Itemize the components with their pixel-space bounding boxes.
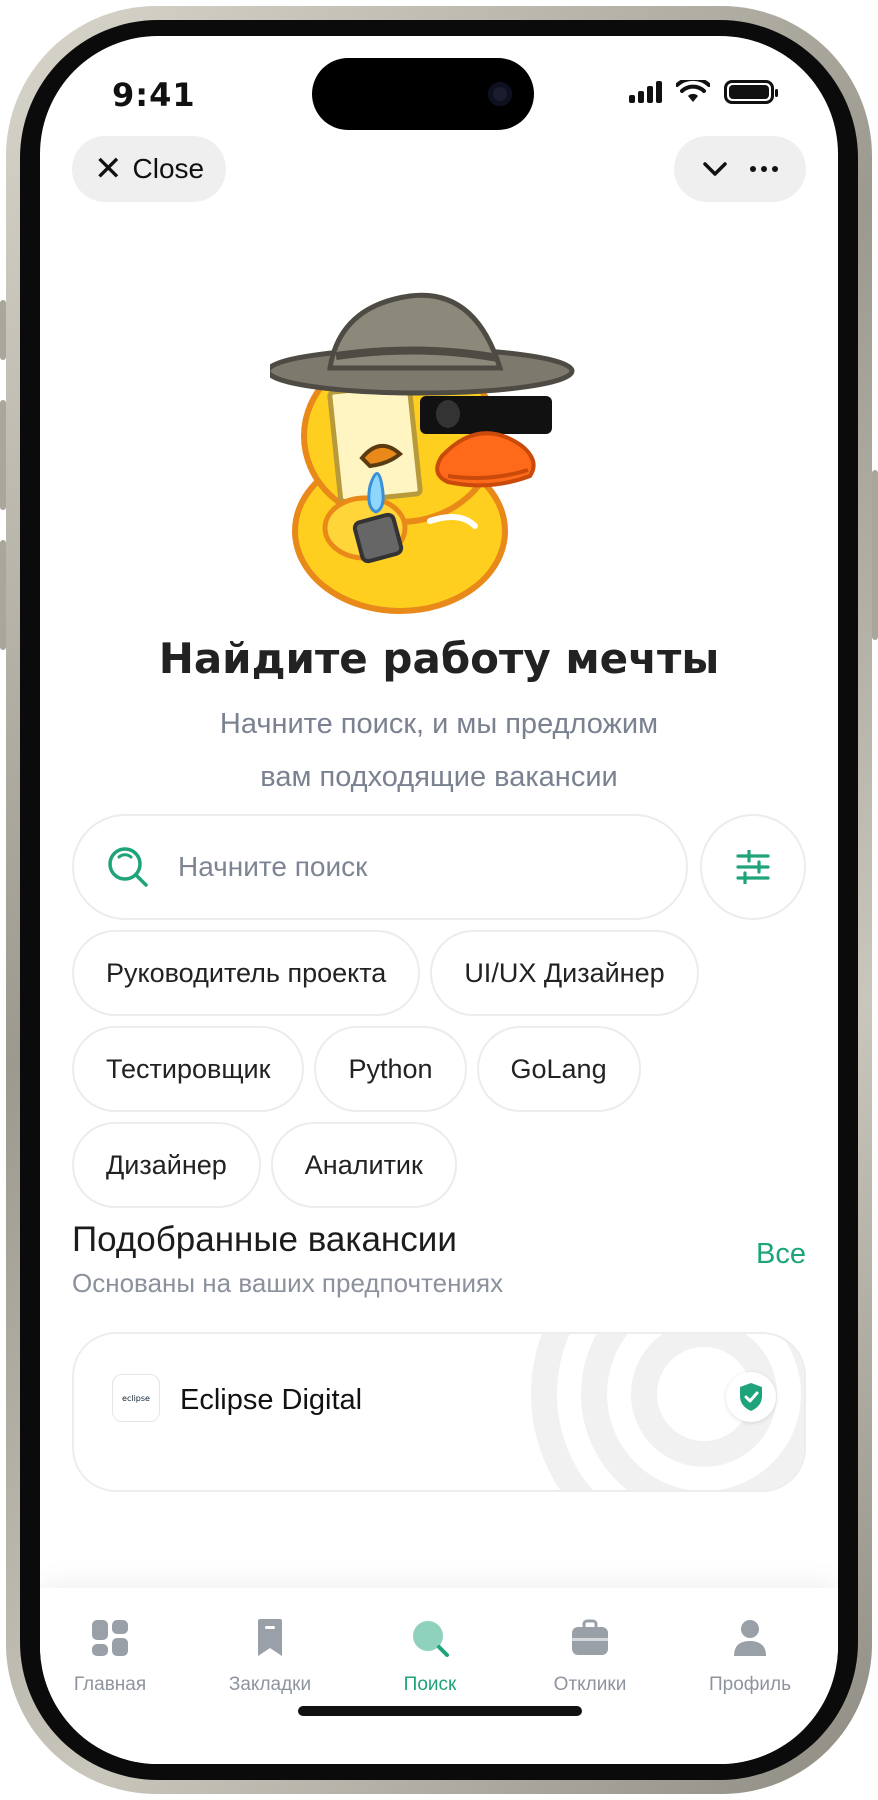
company-name: Eclipse Digital bbox=[180, 1384, 363, 1416]
suggestion-chips: Руководитель проекта UI/UX Дизайнер Тест… bbox=[72, 930, 812, 1218]
more-icon[interactable] bbox=[750, 166, 778, 172]
hero-title: Найдите работу мечты bbox=[158, 634, 720, 683]
profile-icon bbox=[734, 1620, 766, 1656]
volume-up-button bbox=[0, 400, 6, 510]
close-icon: ✕ bbox=[94, 150, 123, 188]
status-time: 9:41 bbox=[112, 76, 196, 114]
bookmark-icon bbox=[258, 1619, 282, 1656]
duck-detective-illustration bbox=[270, 292, 575, 614]
hero-subtitle-line-1: Начните поиск, и мы предложим bbox=[219, 708, 659, 740]
company-logo: eclipse bbox=[112, 1374, 160, 1422]
tab-bookmarks[interactable]: Закладки bbox=[200, 1618, 340, 1696]
chip-python[interactable]: Python bbox=[314, 1026, 467, 1112]
chevron-down-icon[interactable] bbox=[702, 161, 728, 177]
search-input[interactable]: Начните поиск bbox=[178, 851, 367, 883]
tab-responses[interactable]: Отклики bbox=[520, 1618, 660, 1696]
chip-ui-ux-designer[interactable]: UI/UX Дизайнер bbox=[430, 930, 699, 1016]
hero-subtitle-line-2: вам подходящие вакансии bbox=[260, 761, 618, 793]
verified-badge bbox=[726, 1372, 776, 1422]
recommended-subtitle: Основаны на ваших предпочтениях bbox=[72, 1268, 504, 1298]
chip-tester[interactable]: Тестировщик bbox=[72, 1026, 305, 1112]
vacancy-card[interactable]: eclipse Eclipse Digital bbox=[72, 1332, 806, 1492]
home-indicator[interactable] bbox=[298, 1706, 582, 1716]
screen: 9:41 ✕ Close Найдите работу мечты Начнит… bbox=[40, 36, 838, 1764]
tab-label: Поиск bbox=[403, 1674, 457, 1695]
chip-analyst[interactable]: Аналитик bbox=[270, 1122, 457, 1208]
camera-icon bbox=[488, 82, 512, 106]
tab-profile[interactable]: Профиль bbox=[680, 1618, 820, 1696]
chip-row: Тестировщик Python GoLang bbox=[72, 1026, 812, 1112]
search-field[interactable]: Начните поиск bbox=[72, 814, 688, 920]
hero-subtitle: Начните поиск, и мы предложим вам подход… bbox=[140, 698, 738, 804]
filter-sliders-icon bbox=[736, 850, 770, 884]
chip-row: Руководитель проекта UI/UX Дизайнер bbox=[72, 930, 812, 1016]
tab-search[interactable]: Поиск bbox=[360, 1618, 500, 1696]
status-icons bbox=[629, 80, 778, 104]
tab-label: Закладки bbox=[228, 1674, 312, 1695]
chip-project-manager[interactable]: Руководитель проекта bbox=[72, 930, 421, 1016]
signal-icon bbox=[629, 81, 662, 103]
company-logo-text: eclipse bbox=[122, 1393, 150, 1403]
tab-label: Главная bbox=[73, 1674, 147, 1695]
battery-icon bbox=[724, 80, 778, 104]
menu-button[interactable] bbox=[674, 136, 806, 202]
side-button bbox=[0, 300, 6, 360]
power-button bbox=[872, 470, 878, 640]
volume-down-button bbox=[0, 540, 6, 650]
chip-designer[interactable]: Дизайнер bbox=[72, 1122, 261, 1208]
tab-bar: Главная Закладки Поиск Отклики Профиль bbox=[40, 1588, 838, 1764]
close-label: Close bbox=[132, 153, 205, 184]
chip-row: Дизайнер Аналитик bbox=[72, 1122, 812, 1208]
filter-button[interactable] bbox=[700, 814, 806, 920]
recommended-title: Подобранные вакансии bbox=[72, 1220, 457, 1259]
tab-label: Отклики bbox=[553, 1674, 627, 1695]
home-icon bbox=[92, 1620, 128, 1656]
close-button[interactable]: ✕ Close bbox=[72, 136, 227, 202]
search-icon bbox=[108, 847, 148, 887]
briefcase-icon bbox=[572, 1619, 608, 1655]
tab-label: Профиль bbox=[708, 1674, 792, 1695]
shield-check-icon bbox=[740, 1383, 762, 1411]
tab-home[interactable]: Главная bbox=[40, 1618, 180, 1696]
see-all-link[interactable]: Все bbox=[756, 1238, 806, 1271]
search-icon bbox=[413, 1621, 449, 1657]
chip-golang[interactable]: GoLang bbox=[476, 1026, 641, 1112]
dynamic-island bbox=[312, 58, 534, 130]
wifi-icon bbox=[676, 80, 710, 102]
